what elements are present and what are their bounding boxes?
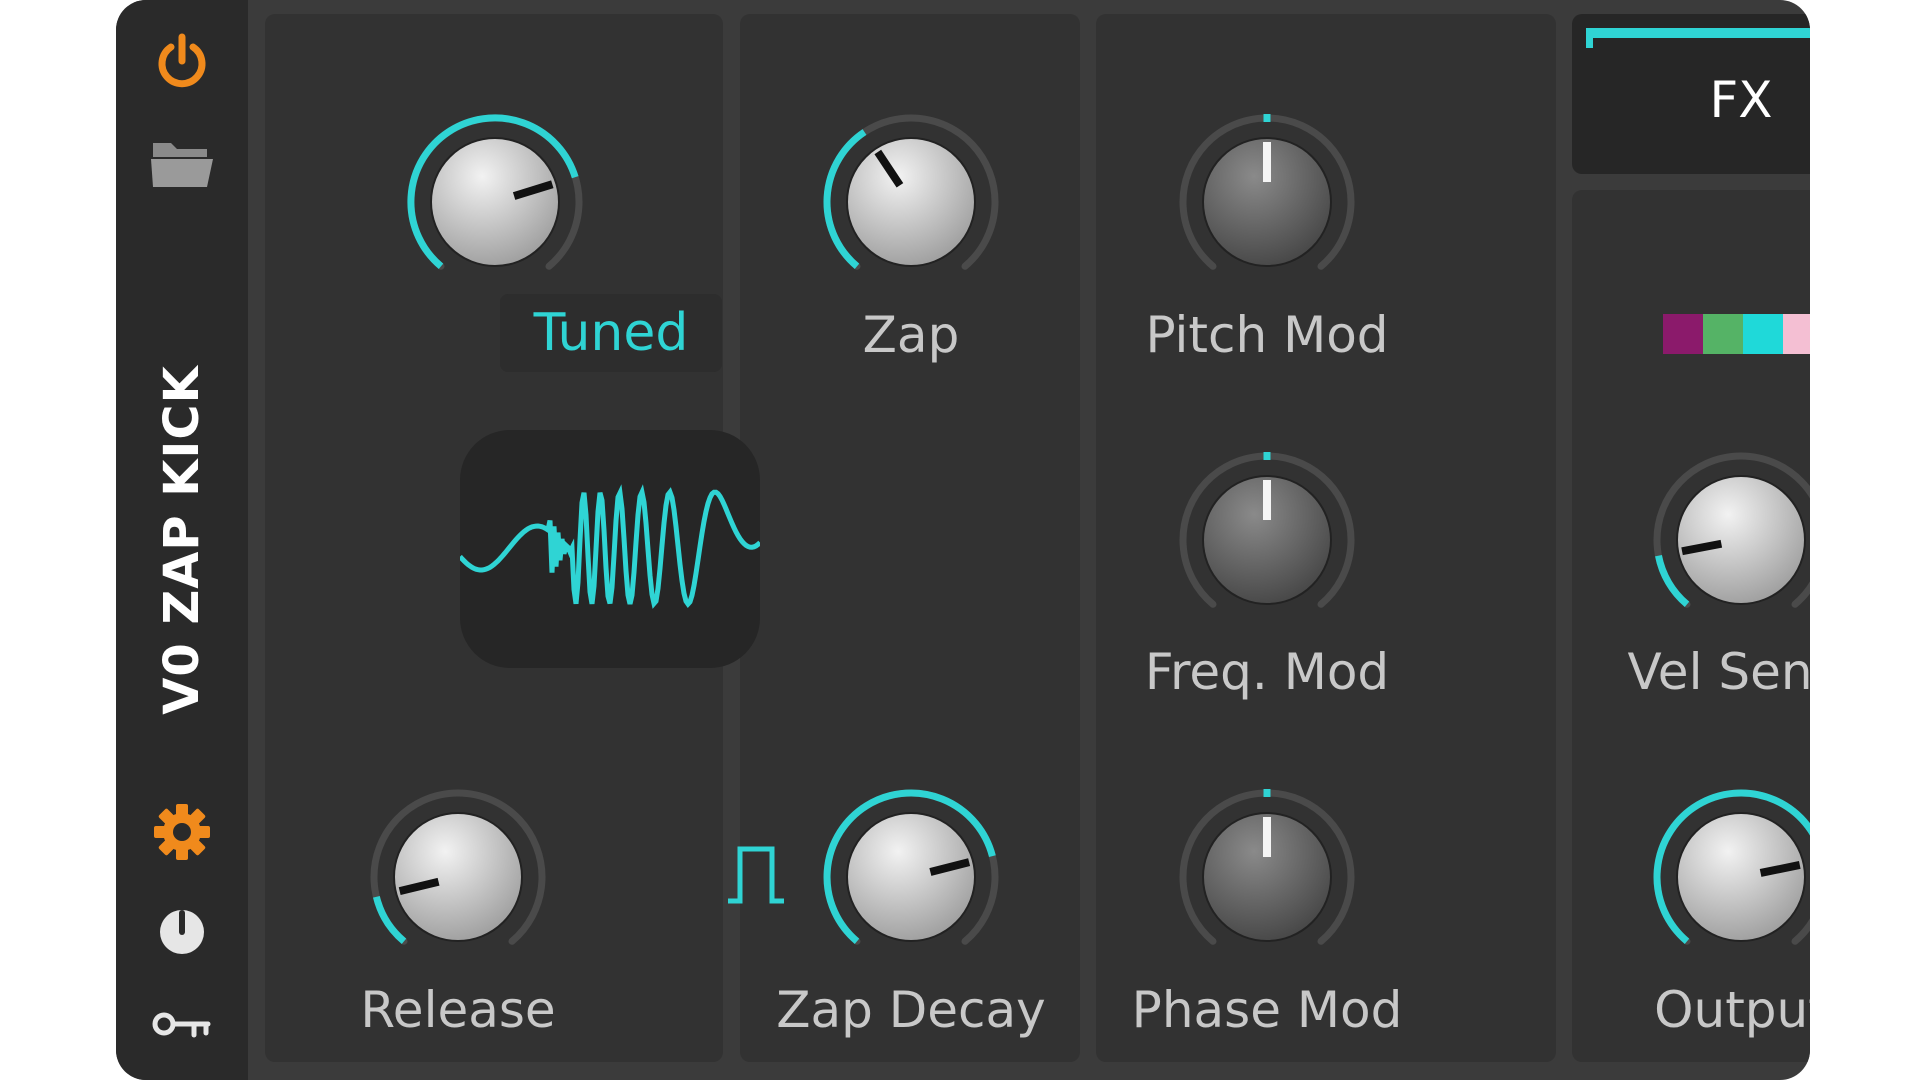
tuned-mode-button[interactable]: Tuned [500,294,722,372]
output-knob[interactable] [1631,767,1810,987]
phase-mod-knob[interactable] [1157,767,1377,987]
release-knob[interactable] [348,767,568,987]
fx-tab[interactable]: FX [1572,14,1810,174]
device-sidebar: V0 ZAP KICK [116,0,248,1080]
key-mapping-button[interactable] [148,990,216,1058]
zap-label: Zap [862,306,960,364]
vel-sens-label: Vel Sens. [1627,643,1810,701]
tuned-knob[interactable] [385,92,605,312]
fx-tab-label: FX [1709,71,1773,129]
knob-body [846,812,976,942]
power-icon [158,33,206,88]
gate-pulse-icon [728,846,784,904]
color-swatch[interactable] [1783,314,1810,354]
zap-decay-label: Zap Decay [776,981,1046,1039]
release-label: Release [360,981,556,1039]
output-label: Output [1654,981,1810,1039]
preset-browser-button[interactable] [148,130,216,198]
color-swatch[interactable] [1743,314,1783,354]
gate-toggle-button[interactable] [726,845,786,905]
zap-knob[interactable] [801,92,1021,312]
zap-decay-knob[interactable] [801,767,1021,987]
modulation-button[interactable] [148,898,216,966]
dial-icon [160,910,204,954]
color-swatch[interactable] [1703,314,1743,354]
folder-icon [151,143,213,187]
device-panel: V0 ZAP KICK Tuned Release Zap Zap Decay … [116,0,1810,1080]
knob-body [1676,812,1806,942]
settings-button[interactable] [148,798,216,866]
waveform-graphic [460,484,760,609]
vel-sens-knob[interactable] [1631,430,1810,650]
knob-body [1676,475,1806,605]
freq-mod-knob[interactable] [1157,430,1377,650]
power-button[interactable] [148,28,216,96]
color-swatches[interactable] [1663,314,1810,354]
knob-body [430,137,560,267]
pitch-mod-knob[interactable] [1157,92,1377,312]
gear-icon [154,804,210,860]
knob-body [846,137,976,267]
phase-mod-label: Phase Mod [1131,981,1403,1039]
color-swatch[interactable] [1663,314,1703,354]
freq-mod-label: Freq. Mod [1144,643,1390,701]
knob-body [393,812,523,942]
waveform-display [460,430,760,668]
key-icon [152,1012,211,1038]
fx-tab-indicator [1586,28,1810,38]
pitch-mod-label: Pitch Mod [1145,306,1389,364]
device-title: V0 ZAP KICK [154,365,210,715]
